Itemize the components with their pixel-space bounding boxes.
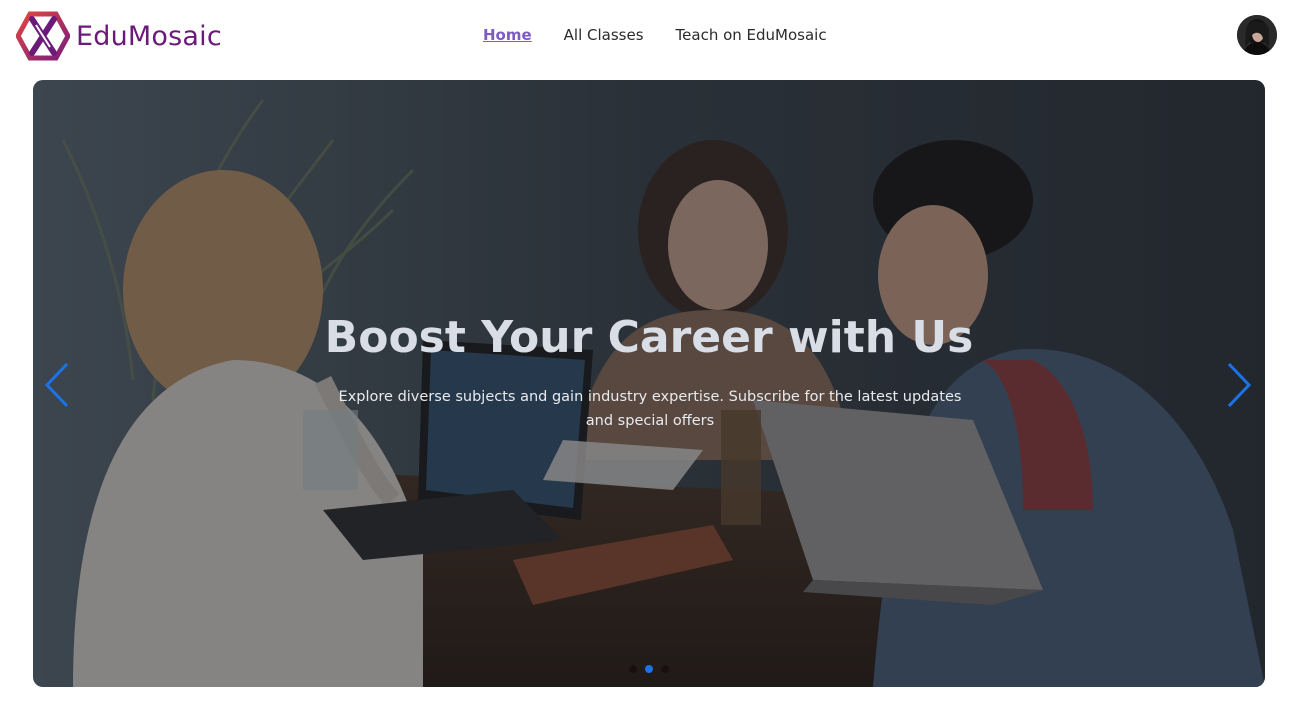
nav-link-teach[interactable]: Teach on EduMosaic xyxy=(676,26,827,44)
brand-logo[interactable]: EduMosaic xyxy=(16,11,222,61)
avatar-image xyxy=(1237,15,1277,55)
carousel-dot-1[interactable] xyxy=(629,665,637,673)
hero-subtitle: Explore diverse subjects and gain indust… xyxy=(338,389,962,429)
carousel-dot-3[interactable] xyxy=(661,665,669,673)
carousel-dot-2[interactable] xyxy=(645,665,653,673)
user-avatar[interactable] xyxy=(1237,15,1277,55)
hero-carousel: Boost Your Career with Us Explore divers… xyxy=(33,80,1265,687)
navbar: EduMosaic Home All Classes Teach on EduM… xyxy=(0,0,1295,74)
chevron-right-icon xyxy=(1227,362,1252,408)
brand-name: EduMosaic xyxy=(76,20,222,52)
hero-overlay xyxy=(33,80,1265,687)
main-nav: Home All Classes Teach on EduMosaic xyxy=(483,26,827,44)
chevron-left-icon xyxy=(44,362,69,408)
nav-link-all-classes[interactable]: All Classes xyxy=(564,26,644,44)
nav-link-home[interactable]: Home xyxy=(483,26,532,44)
carousel-pagination xyxy=(629,665,669,673)
edumosaic-logo-icon xyxy=(16,11,70,61)
hero-title: Boost Your Career with Us xyxy=(324,312,974,363)
carousel-prev-button[interactable] xyxy=(41,360,71,410)
carousel-next-button[interactable] xyxy=(1225,360,1255,410)
